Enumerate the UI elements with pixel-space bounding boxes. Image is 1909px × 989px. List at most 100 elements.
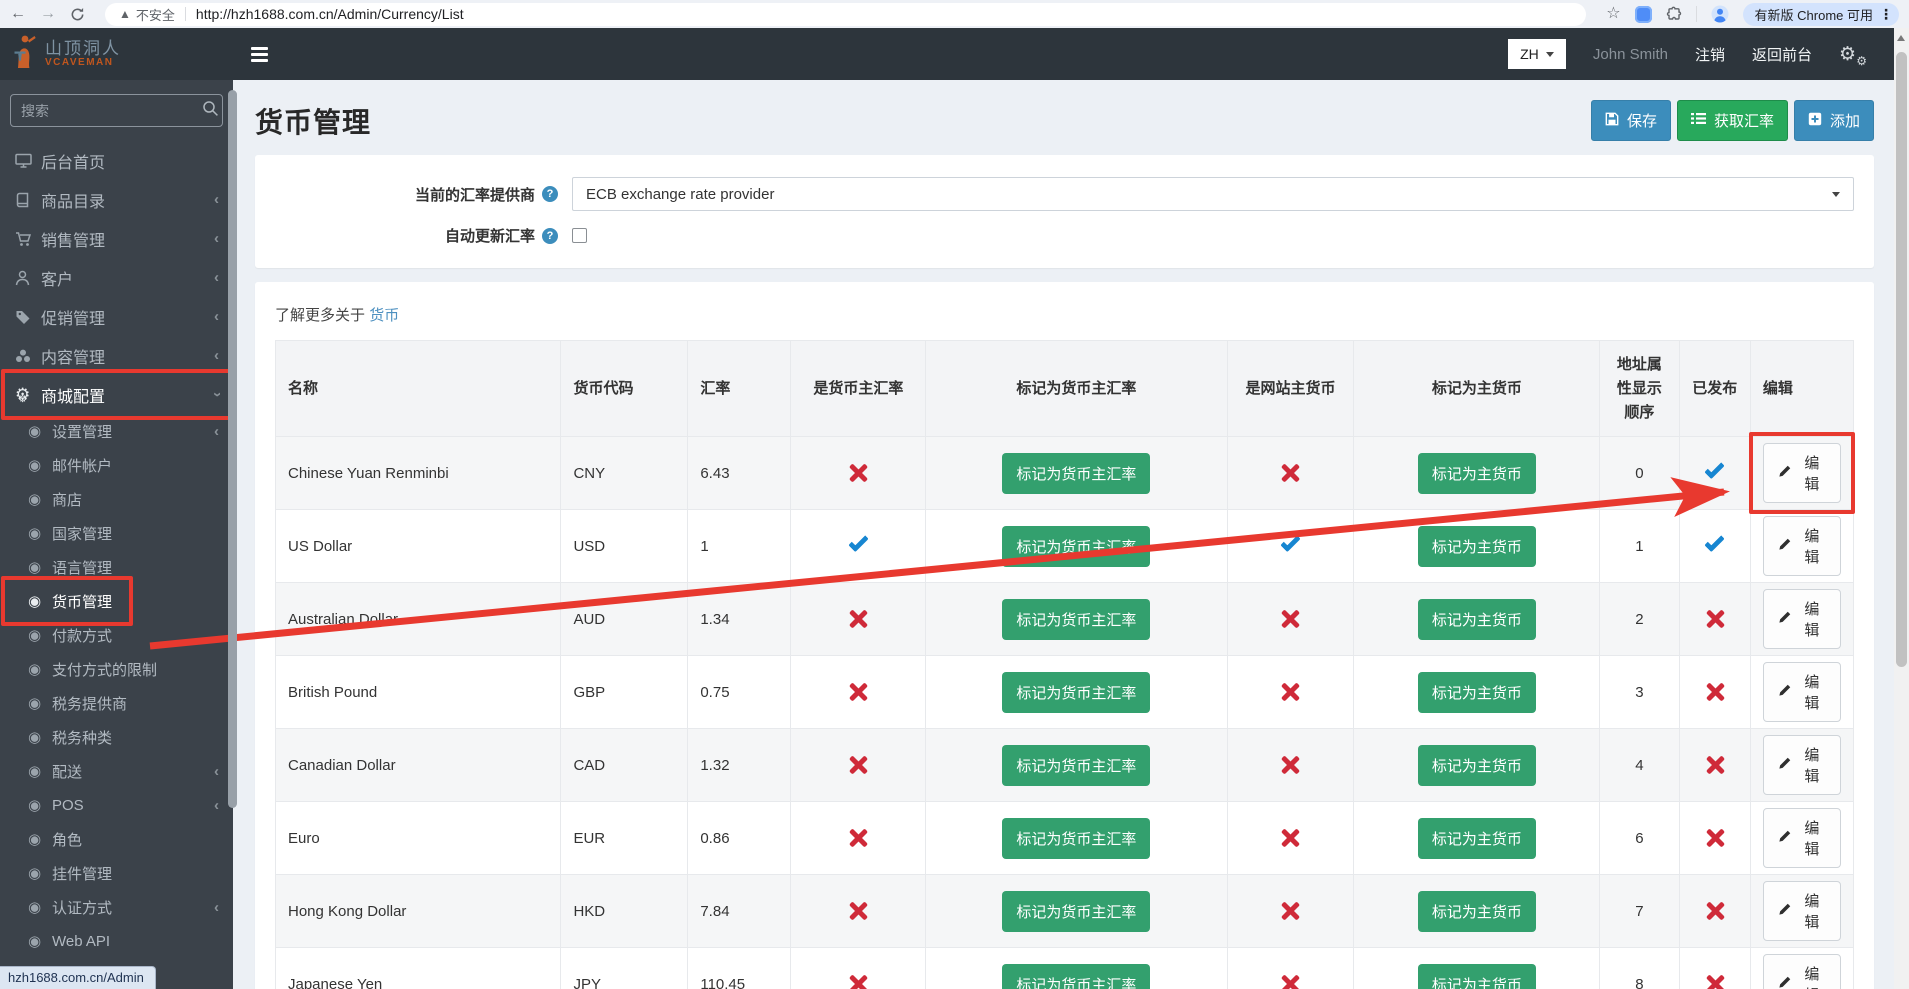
currency-table-panel: 了解更多关于 货币 名称货币代码汇率是货币主汇率标记为货币主汇率是网站主货币标记… <box>255 282 1874 989</box>
address-bar[interactable]: ▲ 不安全 http://hzh1688.com.cn/Admin/Curren… <box>105 3 1586 26</box>
sidebar-item[interactable]: ⚙⚙商城配置‹ <box>0 375 233 414</box>
dot-circle-icon: ◉ <box>28 694 52 712</box>
sidebar-item[interactable]: 商品目录‹ <box>0 180 233 219</box>
browser-menu-icon[interactable]: ⋮ <box>1879 6 1893 23</box>
sidebar-item[interactable]: 客户‹ <box>0 258 233 297</box>
sidebar-item[interactable]: ◉POS‹ <box>0 788 233 822</box>
sidebar-item[interactable]: ◉配送‹ <box>0 754 233 788</box>
sidebar-toggle-hamburger-icon[interactable] <box>251 47 268 62</box>
language-select[interactable]: ZH <box>1508 39 1566 69</box>
sidebar-item[interactable]: ◉税务提供商 <box>0 686 233 720</box>
sidebar-item[interactable]: ◉货币管理 <box>0 584 233 618</box>
sidebar-item[interactable]: ◉商店 <box>0 482 233 516</box>
sidebar-item[interactable]: ◉税务种类 <box>0 720 233 754</box>
search-input[interactable] <box>21 103 202 119</box>
reload-icon[interactable] <box>70 7 85 22</box>
primary-rate-cell <box>791 948 926 989</box>
published-cell <box>1679 729 1750 802</box>
edit-button[interactable]: 编辑 <box>1763 516 1841 576</box>
mark-as-primary-currency-button[interactable]: 标记为主货币 <box>1418 453 1536 494</box>
sidebar-item[interactable]: ◉邮件帐户 <box>0 448 233 482</box>
help-icon[interactable]: ? <box>542 186 558 202</box>
pencil-icon <box>1778 684 1791 701</box>
sidebar-item[interactable]: ◉语言管理 <box>0 550 233 584</box>
mark-as-primary-currency-button[interactable]: 标记为主货币 <box>1418 891 1536 932</box>
sidebar-item[interactable]: 促销管理‹ <box>0 297 233 336</box>
sidebar-item[interactable]: ◉Web API <box>0 924 233 958</box>
edit-button[interactable]: 编辑 <box>1763 735 1841 795</box>
sidebar-item[interactable]: ◉设置管理‹ <box>0 414 233 448</box>
mark-as-primary-rate-button[interactable]: 标记为货币主汇率 <box>1002 964 1150 989</box>
site-currency-cell <box>1227 875 1354 948</box>
auto-update-checkbox[interactable] <box>572 228 587 243</box>
mark-as-primary-rate-button[interactable]: 标记为货币主汇率 <box>1002 453 1150 494</box>
sidebar: 后台首页商品目录‹销售管理‹客户‹促销管理‹内容管理‹⚙⚙商城配置‹◉设置管理‹… <box>0 80 233 989</box>
sidebar-item[interactable]: ◉国家管理 <box>0 516 233 550</box>
table-row: Canadian DollarCAD1.32标记为货币主汇率标记为主货币4编辑 <box>276 729 1854 802</box>
mark-as-primary-currency-button[interactable]: 标记为主货币 <box>1418 964 1536 989</box>
extensions-puzzle-icon[interactable] <box>1666 6 1682 22</box>
provider-selected-value: ECB exchange rate provider <box>586 186 774 203</box>
scrollbar-up-arrow[interactable] <box>1897 35 1905 41</box>
sidebar-item[interactable]: ◉付款方式 <box>0 618 233 652</box>
scrollbar-thumb[interactable] <box>1896 52 1907 667</box>
chrome-update-pill[interactable]: 有新版 Chrome 可用 ⋮ <box>1743 3 1899 26</box>
forward-icon[interactable]: → <box>40 6 56 22</box>
mark-as-primary-currency-button[interactable]: 标记为主货币 <box>1418 818 1536 859</box>
edit-button[interactable]: 编辑 <box>1763 589 1841 649</box>
window-scrollbar[interactable] <box>1894 28 1909 989</box>
sidebar-item-label: 促销管理 <box>41 305 105 329</box>
edit-button[interactable]: 编辑 <box>1763 662 1841 722</box>
mark-as-primary-rate-button[interactable]: 标记为货币主汇率 <box>1002 526 1150 567</box>
code-cell: CAD <box>561 729 688 802</box>
rate-cell: 0.86 <box>688 802 791 875</box>
add-button[interactable]: 添加 <box>1794 100 1874 141</box>
browser-profile-avatar[interactable] <box>1711 5 1729 23</box>
dot-circle-icon: ◉ <box>28 490 52 508</box>
edit-button[interactable]: 编辑 <box>1763 954 1841 989</box>
bookmark-star-icon[interactable]: ☆ <box>1606 6 1620 22</box>
edit-button[interactable]: 编辑 <box>1763 443 1841 503</box>
back-to-storefront-link[interactable]: 返回前台 <box>1752 44 1812 65</box>
sidebar-scrollbar[interactable] <box>228 90 237 808</box>
exchange-rate-provider-select[interactable]: ECB exchange rate provider <box>572 177 1854 211</box>
mark-as-primary-rate-button[interactable]: 标记为货币主汇率 <box>1002 599 1150 640</box>
currency-docs-link[interactable]: 货币 <box>369 307 399 324</box>
sidebar-item[interactable]: ◉角色 <box>0 822 233 856</box>
brand-name-en: VCAVEMAN <box>45 58 121 69</box>
sidebar-item[interactable]: 内容管理‹ <box>0 336 233 375</box>
sidebar-item[interactable]: ◉认证方式‹ <box>0 890 233 924</box>
mark-as-primary-currency-button[interactable]: 标记为主货币 <box>1418 672 1536 713</box>
hipc-extension-icon[interactable] <box>1635 6 1652 23</box>
rate-cell: 1.34 <box>688 583 791 656</box>
table-row: Hong Kong DollarHKD7.84标记为货币主汇率标记为主货币7编辑 <box>276 875 1854 948</box>
back-icon[interactable]: ← <box>10 6 26 22</box>
mark-as-primary-rate-button[interactable]: 标记为货币主汇率 <box>1002 672 1150 713</box>
mark-as-primary-currency-button[interactable]: 标记为主货币 <box>1418 526 1536 567</box>
display-order-cell: 0 <box>1600 437 1679 510</box>
mark-as-primary-rate-button[interactable]: 标记为货币主汇率 <box>1002 891 1150 932</box>
mark-as-primary-currency-button[interactable]: 标记为主货币 <box>1418 745 1536 786</box>
mark-as-primary-rate-button[interactable]: 标记为货币主汇率 <box>1002 818 1150 859</box>
sidebar-item[interactable]: 销售管理‹ <box>0 219 233 258</box>
fetch-rates-button[interactable]: 获取汇率 <box>1677 100 1788 141</box>
mark-as-primary-rate-button[interactable]: 标记为货币主汇率 <box>1002 745 1150 786</box>
logout-link[interactable]: 注销 <box>1695 44 1725 65</box>
edit-button[interactable]: 编辑 <box>1763 808 1841 868</box>
sidebar-item[interactable]: 后台首页 <box>0 141 233 180</box>
mark-as-primary-currency-button[interactable]: 标记为主货币 <box>1418 599 1536 640</box>
primary-rate-cell <box>791 656 926 729</box>
chevron-left-icon: ‹ <box>214 798 219 813</box>
sidebar-item[interactable]: ◉支付方式的限制 <box>0 652 233 686</box>
sidebar-search[interactable] <box>10 94 223 127</box>
edit-button[interactable]: 编辑 <box>1763 881 1841 941</box>
cross-icon <box>848 974 868 989</box>
help-icon[interactable]: ? <box>542 228 558 244</box>
primary-rate-cell <box>791 437 926 510</box>
sidebar-item[interactable]: ◉挂件管理 <box>0 856 233 890</box>
book-icon <box>15 192 41 208</box>
save-button[interactable]: 保存 <box>1591 100 1671 141</box>
settings-gears-icon[interactable]: ⚙⚙ <box>1839 45 1869 64</box>
brand-logo[interactable]: 山顶洞人 VCAVEMAN <box>0 28 233 80</box>
url-text: http://hzh1688.com.cn/Admin/Currency/Lis… <box>196 6 464 22</box>
